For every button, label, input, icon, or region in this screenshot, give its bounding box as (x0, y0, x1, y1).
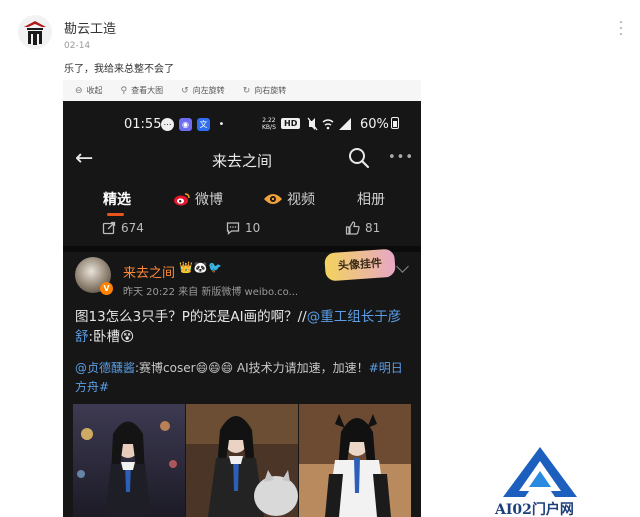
photo-2[interactable] (186, 404, 298, 517)
speed-value: 2.22 (262, 117, 276, 124)
post-date: 02-14 (64, 41, 91, 51)
rotate-left-label: 向左旋转 (192, 86, 225, 95)
repost-text: :赛博coser (135, 361, 196, 375)
repost-text-2: AI技术力请加速，加速！ (233, 361, 369, 375)
notification-icons: ⋯ ◉ 文 • (161, 118, 228, 131)
tab-album-label: 相册 (357, 192, 385, 208)
repost-count-value: 674 (121, 221, 144, 235)
tab-weibo[interactable]: 微博 (173, 189, 223, 209)
post-body: 图13怎么3只手？P的还是AI画的啊？//@重工组长于彦舒:卧槽😵 (75, 307, 411, 347)
tab-weibo-label: 微博 (195, 192, 223, 208)
mute-wifi-signal-icon (307, 117, 351, 131)
status-bar: 01:55 ⋯ ◉ 文 • 2.22 KB/S HD 60% (63, 101, 421, 141)
photo-1[interactable] (73, 404, 185, 517)
battery-icon (390, 117, 399, 129)
tab-featured[interactable]: 精选 (103, 189, 131, 209)
top-nav: ← 来去之间 ••• (63, 141, 421, 177)
collapse-button[interactable]: ⊖ 收起 (75, 85, 103, 96)
post-body-text: 图13怎么3只手？P的还是AI画的啊？// (75, 309, 307, 325)
tab-featured-label: 精选 (103, 192, 131, 208)
translate-icon: 文 (197, 118, 210, 131)
tab-video[interactable]: 视频 (263, 189, 315, 209)
chat-icon: ⋯ (161, 118, 174, 131)
rotate-left-button[interactable]: ↺ 向左旋转 (181, 85, 225, 96)
profile-tabs: 精选 微博 视频 相册 (63, 185, 421, 216)
rotate-left-icon: ↺ (181, 85, 189, 96)
repost-count[interactable]: 674 (102, 221, 144, 235)
zoom-icon: ⚲ (120, 85, 128, 96)
author-name[interactable]: 勘云工造 (64, 18, 116, 37)
rotate-right-button[interactable]: ↻ 向右旋转 (243, 85, 287, 96)
like-count[interactable]: 81 (345, 221, 380, 235)
repost-content: @贞德醺酱:赛博coser😄😄😄 AI技术力请加速，加速！#明日方舟# (75, 359, 411, 397)
author-avatar[interactable] (18, 15, 52, 49)
view-large-label: 查看大图 (131, 86, 164, 95)
post-text: 乐了，我给来总整不会了 (64, 64, 174, 75)
photo-grid (73, 404, 411, 517)
status-time: 01:55 (124, 117, 162, 132)
name-badges: 👑🐼🐦 (179, 261, 223, 274)
bird-badge-icon: 🐦 (208, 261, 224, 274)
dizzy-emoji-icon: 😵 (120, 329, 135, 345)
post-stats: 674 10 81 (63, 219, 421, 241)
collapse-label: 收起 (86, 86, 103, 95)
comment-count[interactable]: 10 (226, 221, 260, 235)
panda-badge-icon: 🐼 (193, 261, 209, 274)
laugh-emoji-icons: 😄😄😄 (195, 361, 234, 375)
comment-count-value: 10 (245, 221, 261, 235)
phone-screenshot[interactable]: 01:55 ⋯ ◉ 文 • 2.22 KB/S HD 60% ← 来去之间 ••… (63, 101, 421, 517)
collapse-icon: ⊖ (75, 85, 83, 96)
tab-album[interactable]: 相册 (357, 189, 385, 209)
video-eye-icon (264, 194, 282, 204)
chevron-down-icon[interactable] (396, 260, 409, 273)
speed-unit: KB/S (262, 124, 276, 131)
battery-text: 60% (360, 117, 389, 132)
repost-icon (102, 221, 116, 235)
post-body-tail: :卧槽 (88, 329, 121, 345)
more-options-icon[interactable]: · · · (616, 16, 626, 42)
network-speed: 2.22 KB/S (262, 117, 276, 131)
weibo-icon (174, 193, 190, 206)
signal-icons (307, 117, 355, 134)
post-meta: 昨天 20:22 来自 新版微博 weibo.co... (123, 287, 299, 298)
more-icon[interactable]: ••• (388, 150, 414, 165)
image-toolbar: ⊖ 收起 ⚲ 查看大图 ↺ 向左旋转 ↻ 向右旋转 (63, 80, 421, 101)
poster-name[interactable]: 来去之间 (123, 262, 175, 281)
app-icon: ◉ (179, 118, 192, 131)
tab-video-label: 视频 (287, 192, 315, 208)
dot-icon: • (218, 119, 225, 130)
view-large-button[interactable]: ⚲ 查看大图 (121, 85, 164, 96)
comment-icon (226, 222, 240, 235)
poster-avatar[interactable]: V (75, 257, 113, 295)
rotate-right-label: 向右旋转 (254, 86, 287, 95)
active-tab-indicator (107, 213, 124, 216)
like-count-value: 81 (365, 221, 381, 235)
battery-level: 60% (360, 117, 399, 132)
verified-badge: V (100, 282, 113, 295)
photo-3[interactable] (299, 404, 411, 517)
watermark-logo (503, 447, 577, 497)
search-icon[interactable] (348, 147, 370, 169)
avatar-pendant-sticker: 头像挂件 (324, 248, 396, 282)
watermark-text: AI02门户网 (495, 502, 574, 517)
crown-badge-icon: 👑 (179, 261, 194, 274)
hd-badge: HD (281, 118, 301, 129)
repost-mention-link[interactable]: @贞德醺酱 (75, 361, 135, 375)
like-icon (345, 221, 360, 235)
rotate-right-icon: ↻ (242, 85, 251, 96)
